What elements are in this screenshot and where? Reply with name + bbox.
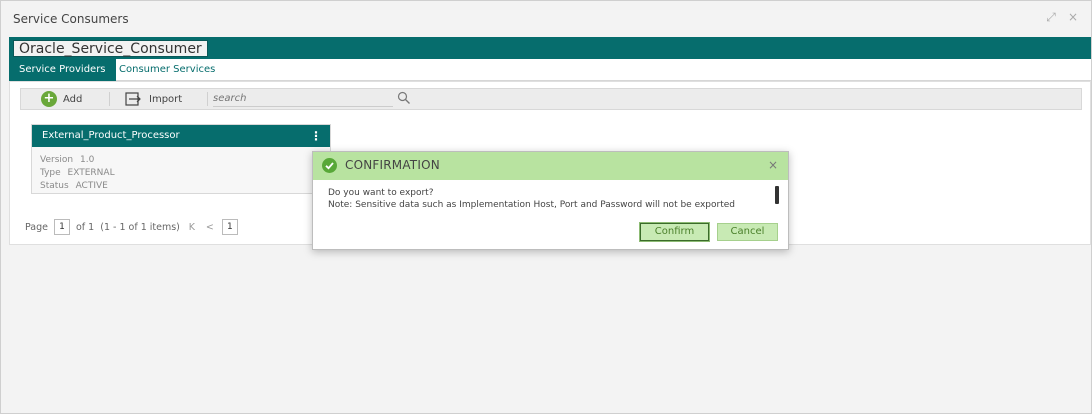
plus-icon: +	[41, 91, 57, 107]
dialog-header: CONFIRMATION ×	[313, 152, 788, 180]
tabs-bar: Service Providers Consumer Services	[9, 59, 1091, 81]
tab-consumer-services[interactable]: Consumer Services	[109, 59, 225, 81]
add-label: Add	[63, 93, 83, 105]
items-count: (1 - 1 of 1 items)	[100, 221, 180, 233]
dialog-message: Do you want to export? Note: Sensitive d…	[328, 187, 773, 211]
provider-name: External_Product_Processor	[42, 130, 180, 141]
provider-status: Status ACTIVE	[40, 181, 108, 191]
search-input[interactable]	[213, 91, 393, 107]
window-titlebar: Service Consumers ⤢ ×	[1, 1, 1091, 35]
window-controls: ⤢ ×	[1045, 10, 1079, 25]
cancel-button[interactable]: Cancel	[717, 223, 778, 241]
check-circle-icon	[322, 158, 337, 173]
window-title: Service Consumers	[13, 12, 129, 26]
add-button[interactable]: + Add	[41, 91, 82, 107]
toolbar-divider	[207, 92, 208, 106]
confirmation-dialog: CONFIRMATION × Do you want to export? No…	[312, 151, 789, 250]
provider-card[interactable]: External_Product_Processor ⋮ Version 1.0…	[31, 124, 331, 194]
search-icon[interactable]	[397, 91, 411, 105]
import-button[interactable]: Import	[125, 91, 182, 107]
status-label: Status	[40, 181, 69, 191]
page-button[interactable]: 1	[221, 219, 238, 235]
tab-service-providers[interactable]: Service Providers	[9, 59, 116, 81]
close-icon[interactable]: ×	[1067, 10, 1079, 25]
version-label: Version	[40, 155, 74, 165]
provider-card-title: External_Product_Processor ⋮	[32, 125, 330, 147]
dialog-note: Note: Sensitive data such as Implementat…	[328, 200, 735, 210]
dialog-question: Do you want to export?	[328, 188, 434, 198]
toolbar: + Add Import	[20, 88, 1082, 110]
close-icon[interactable]: ×	[768, 158, 778, 172]
more-options-icon[interactable]: ⋮	[310, 125, 322, 147]
provider-version: Version 1.0	[40, 155, 94, 165]
consumer-name: Oracle_Service_Consumer	[13, 40, 208, 57]
confirm-button[interactable]: Confirm	[639, 222, 710, 242]
toolbar-divider	[109, 92, 110, 106]
version-value: 1.0	[79, 155, 95, 165]
page-label: Page	[25, 221, 48, 233]
page-number-input[interactable]: 1	[54, 219, 70, 235]
dialog-scrollbar[interactable]	[775, 186, 779, 204]
first-page-icon[interactable]: K	[186, 222, 198, 233]
provider-type: Type EXTERNAL	[40, 168, 115, 178]
pagination: Page 1 of 1 (1 - 1 of 1 items) K < 1	[25, 218, 238, 236]
page-of-text: of 1	[76, 221, 95, 233]
import-label: Import	[149, 93, 183, 105]
dialog-title: CONFIRMATION	[345, 158, 440, 172]
restore-icon[interactable]: ⤢	[1045, 10, 1057, 25]
prev-page-icon[interactable]: <	[204, 222, 216, 233]
type-label: Type	[40, 168, 61, 178]
import-icon	[125, 92, 143, 106]
status-value: ACTIVE	[75, 181, 108, 191]
type-value: EXTERNAL	[67, 168, 115, 178]
consumer-header-bar: Oracle_Service_Consumer	[9, 37, 1091, 59]
